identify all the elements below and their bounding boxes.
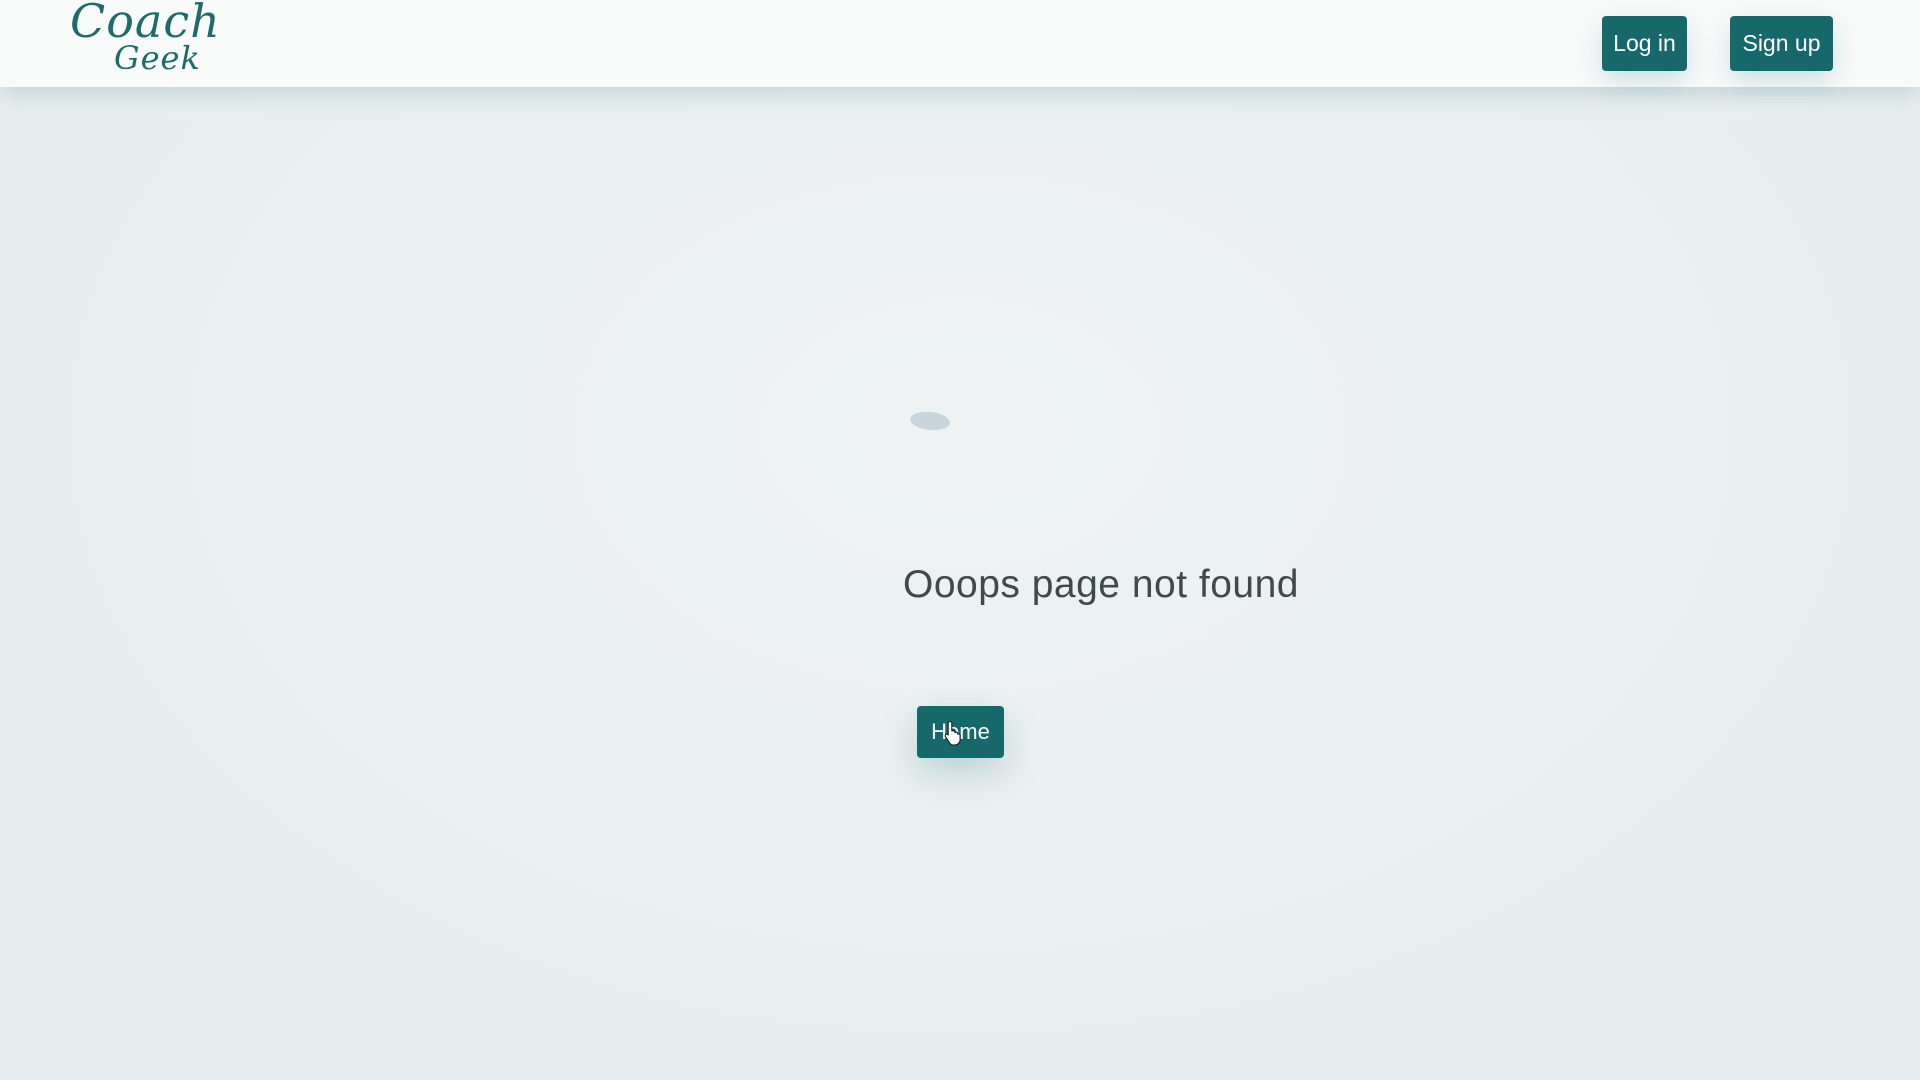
logo-text-geek: Geek <box>114 39 201 77</box>
top-navbar: Coach Geek Log in Sign up <box>0 0 1920 87</box>
login-button[interactable]: Log in <box>1602 16 1687 71</box>
coach-geek-logo[interactable]: Coach Geek <box>66 0 220 80</box>
not-found-message: Ooops page not found <box>903 563 1299 606</box>
page-background <box>0 0 1920 1080</box>
logo-text-coach: Coach <box>70 0 221 48</box>
home-button[interactable]: Home <box>917 706 1004 758</box>
signup-button[interactable]: Sign up <box>1730 16 1833 71</box>
